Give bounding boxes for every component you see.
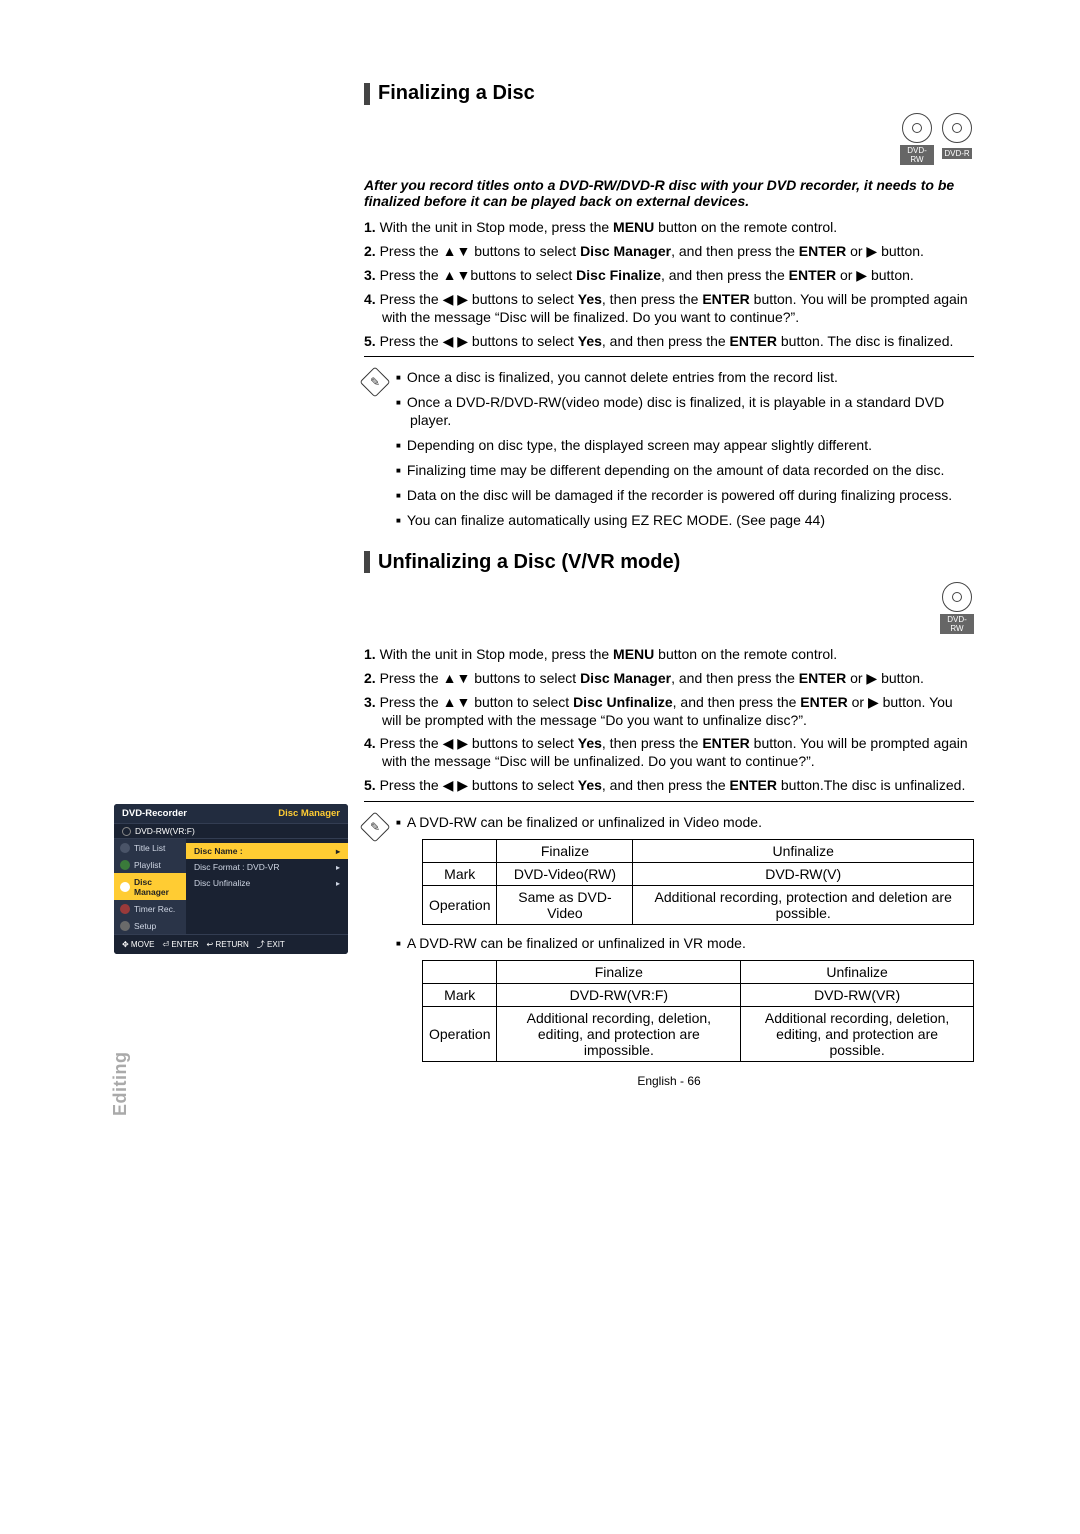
note-icon: ✎ [359, 367, 390, 398]
disc-type-icon: DVD-R [940, 113, 974, 167]
osd-nav-item: Title List [114, 839, 186, 856]
osd-footer: ✥ MOVE ⏎ ENTER ↩ RETURN ⤴ EXIT [114, 934, 348, 954]
finalize-notes: ✎ Once a disc is finalized, you cannot d… [364, 369, 974, 536]
note-item: You can finalize automatically using EZ … [396, 512, 974, 530]
osd-title-left: DVD-Recorder [122, 808, 187, 819]
table-video-mode: FinalizeUnfinalizeMarkDVD-Video(RW)DVD-R… [422, 839, 974, 925]
osd-nav-item: Disc Manager [114, 873, 186, 900]
note-item: Finalizing time may be different dependi… [396, 462, 974, 480]
unfinalize-heading: Unfinalizing a Disc (V/VR mode) [378, 551, 680, 574]
section-title-finalize: Finalizing a Disc [364, 82, 974, 105]
unfinalize-notes: ✎ A DVD-RW can be finalized or unfinaliz… [364, 814, 974, 1072]
disc-type-icon: DVD-RW [900, 113, 934, 167]
step-item: 1. With the unit in Stop mode, press the… [364, 646, 974, 664]
osd-footer-hint: ✥ MOVE [122, 940, 154, 949]
disc-mini-icon [122, 827, 131, 836]
note-item: Once a DVD-R/DVD-RW(video mode) disc is … [396, 394, 974, 430]
step-item: 2. Press the ▲▼ buttons to select Disc M… [364, 670, 974, 688]
step-item: 4. Press the ◀ ▶ buttons to select Yes, … [364, 735, 974, 771]
note-item: Once a disc is finalized, you cannot del… [396, 369, 974, 387]
step-item: 4. Press the ◀ ▶ buttons to select Yes, … [364, 291, 974, 327]
osd-nav: Title ListPlaylistDisc ManagerTimer Rec.… [114, 839, 186, 934]
osd-footer-hint: ⏎ ENTER [162, 940, 198, 949]
page-footer: English - 66 [364, 1074, 974, 1088]
osd-title-right: Disc Manager [278, 808, 340, 819]
disc-type-icon: DVD-RW [940, 582, 974, 636]
osd-screenshot: DVD-Recorder Disc Manager DVD-RW(VR:F) T… [114, 804, 348, 954]
osd-option-item: Disc Format : DVD-VR▸ [186, 859, 348, 875]
section-title-unfinalize: Unfinalizing a Disc (V/VR mode) [364, 551, 974, 574]
finalize-heading: Finalizing a Disc [378, 82, 535, 105]
table-vr-mode: FinalizeUnfinalizeMarkDVD-RW(VR:F)DVD-RW… [422, 960, 974, 1062]
osd-option-item: Disc Unfinalize▸ [186, 875, 348, 891]
step-item: 1. With the unit in Stop mode, press the… [364, 219, 974, 237]
osd-nav-item: Setup [114, 917, 186, 934]
osd-footer-hint: ↩ RETURN [207, 940, 249, 949]
finalize-intro: After you record titles onto a DVD-RW/DV… [364, 177, 974, 209]
sidebar-category-label: Editing [110, 1052, 131, 1117]
unfinalize-steps-list: 1. With the unit in Stop mode, press the… [364, 646, 974, 795]
step-item: 2. Press the ▲▼ buttons to select Disc M… [364, 243, 974, 261]
note-icon: ✎ [359, 812, 390, 843]
disc-icons-unfinalize: DVD-RW [364, 582, 974, 636]
disc-icons-finalize: DVD-RWDVD-R [364, 113, 974, 167]
step-item: 3. Press the ▲▼ button to select Disc Un… [364, 694, 974, 730]
step-item: 5. Press the ◀ ▶ buttons to select Yes, … [364, 333, 974, 351]
section-bar-icon [364, 83, 370, 105]
note-item: Depending on disc type, the displayed sc… [396, 437, 974, 455]
note-item: Data on the disc will be damaged if the … [396, 487, 974, 505]
osd-options: Disc Name :▸Disc Format : DVD-VR▸Disc Un… [186, 839, 348, 934]
note-video-intro: A DVD-RW can be finalized or unfinalized… [396, 814, 974, 832]
osd-nav-item: Playlist [114, 856, 186, 873]
step-item: 5. Press the ◀ ▶ buttons to select Yes, … [364, 777, 974, 795]
osd-option-item: Disc Name :▸ [186, 843, 348, 859]
finalize-steps-list: 1. With the unit in Stop mode, press the… [364, 219, 974, 350]
osd-footer-hint: ⤴ EXIT [257, 939, 285, 950]
step-item: 3. Press the ▲▼buttons to select Disc Fi… [364, 267, 974, 285]
note-vr-intro: A DVD-RW can be finalized or unfinalized… [396, 935, 974, 953]
osd-subtitle: DVD-RW(VR:F) [135, 826, 195, 836]
section-bar-icon [364, 551, 370, 573]
osd-nav-item: Timer Rec. [114, 900, 186, 917]
